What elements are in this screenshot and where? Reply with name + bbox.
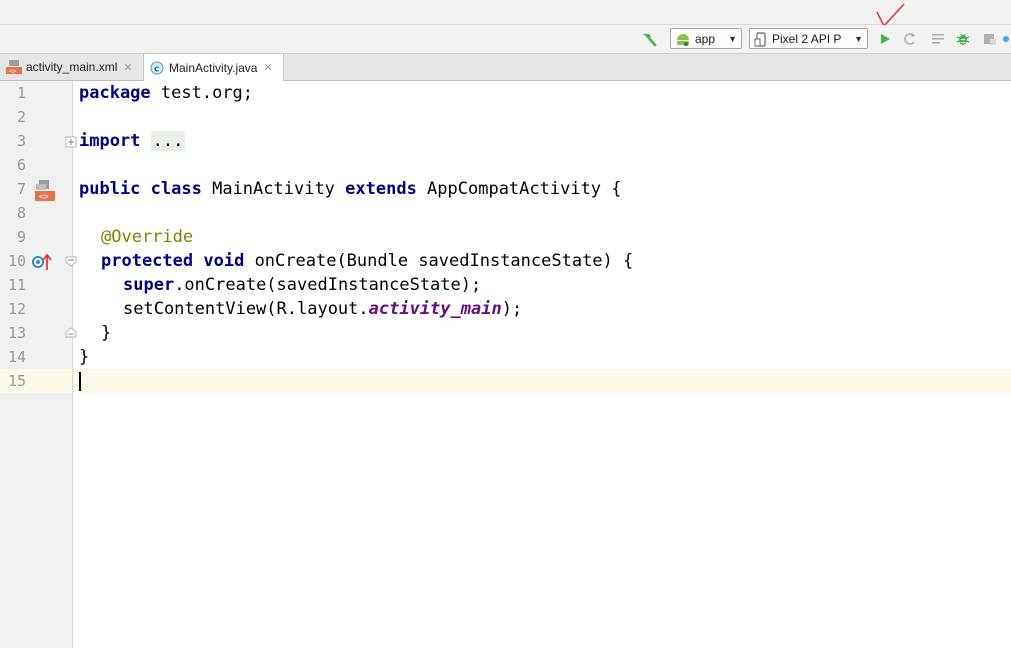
list-icon <box>932 33 944 44</box>
xml-layout-icon: <> <box>6 60 22 74</box>
chevron-down-icon: ▼ <box>728 33 737 44</box>
current-line-highlight <box>73 369 1011 393</box>
bug-icon <box>956 33 970 45</box>
keyword: void <box>203 251 245 271</box>
code-editor[interactable] <box>73 81 1011 648</box>
code-text: } <box>79 347 90 367</box>
line-number: 6 <box>16 156 26 174</box>
profile-button[interactable] <box>981 28 999 49</box>
line-number: 8 <box>16 204 26 222</box>
window-top-strip <box>0 0 1011 25</box>
logcat-button[interactable] <box>930 28 948 49</box>
line-number: 1 <box>16 84 26 102</box>
java-class-icon: c <box>150 61 164 74</box>
device-icon <box>754 31 766 47</box>
folded-imports[interactable]: ... <box>150 131 186 151</box>
apply-changes-button[interactable] <box>902 28 920 49</box>
class-name: MainActivity <box>201 179 346 199</box>
close-icon[interactable]: ✕ <box>263 61 272 74</box>
code-line-12: setContentView(R.layout.activity_main); <box>123 297 522 321</box>
code-text: AppCompatActivity { <box>416 179 622 199</box>
android-icon <box>677 33 689 46</box>
line-number: 3 <box>16 132 26 150</box>
play-icon <box>881 33 890 44</box>
code-line-10: protected void onCreate(Bundle savedInst… <box>101 249 633 273</box>
tab-activity-main-xml[interactable]: <> activity_main.xml ✕ <box>0 54 142 80</box>
text-cursor <box>79 372 81 391</box>
main-toolbar: app ▼ Pixel 2 API P ▼ <box>0 25 1011 54</box>
code-line-7: public class MainActivity extends AppCom… <box>79 177 622 201</box>
line-number: 15 <box>7 372 26 390</box>
line-number: 13 <box>7 324 26 342</box>
code-text: test.org; <box>150 83 254 103</box>
line-number: 14 <box>7 348 26 366</box>
svg-text:<>: <> <box>39 192 49 201</box>
line-number: 7 <box>16 180 26 198</box>
toolbar-overflow-icon[interactable] <box>1003 28 1011 49</box>
line-number: 2 <box>16 108 26 126</box>
code-line-3: import ... <box>79 129 186 153</box>
make-project-button[interactable] <box>640 28 662 49</box>
line-number: 9 <box>16 228 26 246</box>
code-line-9: @Override <box>101 225 193 249</box>
tab-label: activity_main.xml <box>26 60 118 74</box>
fold-toggle-icon[interactable] <box>65 136 77 148</box>
device-label: Pixel 2 API P <box>772 31 842 46</box>
annotation: @Override <box>101 227 194 247</box>
line-number: 10 <box>7 252 26 270</box>
hammer-icon <box>643 33 657 46</box>
keyword: package <box>79 83 151 103</box>
device-select[interactable]: Pixel 2 API P ▼ <box>749 28 868 49</box>
tab-label: MainActivity.java <box>169 60 258 75</box>
override-method-icon[interactable] <box>32 253 52 271</box>
tab-main-activity-java[interactable]: c MainActivity.java ✕ <box>143 54 284 81</box>
fold-toggle-icon[interactable] <box>65 255 77 267</box>
chevron-down-icon: ▼ <box>854 33 863 44</box>
keyword: super <box>123 275 175 295</box>
code-text: } <box>101 323 112 343</box>
line-number: 11 <box>7 276 26 294</box>
code-text: ); <box>501 299 523 319</box>
run-config-label: app <box>695 31 716 46</box>
static-field: activity_main <box>368 299 502 319</box>
profile-icon <box>984 33 996 45</box>
keyword: protected <box>101 251 194 271</box>
editor-tabs: <> activity_main.xml ✕ c MainActivity.ja… <box>0 54 1011 81</box>
apply-changes-icon <box>904 32 915 45</box>
code-line-11: super.onCreate(savedInstanceState); <box>123 273 481 297</box>
close-icon[interactable]: ✕ <box>123 61 132 74</box>
svg-text:<>: <> <box>9 68 17 74</box>
svg-text:c: c <box>154 64 159 74</box>
keyword: public <box>79 179 141 199</box>
keyword: import <box>79 131 141 151</box>
code-text: onCreate(Bundle savedInstanceState) { <box>244 251 634 271</box>
keyword: class <box>150 179 202 199</box>
code-text: .onCreate(savedInstanceState); <box>174 275 482 295</box>
line-number: 12 <box>7 300 26 318</box>
run-button[interactable] <box>878 28 896 49</box>
fold-toggle-icon[interactable] <box>65 327 77 339</box>
run-config-select[interactable]: app ▼ <box>670 28 742 49</box>
code-line-1: package test.org; <box>79 81 253 105</box>
code-line-13: } <box>101 321 111 345</box>
debug-button[interactable] <box>955 28 973 49</box>
keyword: extends <box>345 179 417 199</box>
code-line-14: } <box>79 345 89 369</box>
related-layout-icon[interactable]: <> <box>33 180 55 202</box>
code-text: setContentView(R.layout. <box>123 299 369 319</box>
